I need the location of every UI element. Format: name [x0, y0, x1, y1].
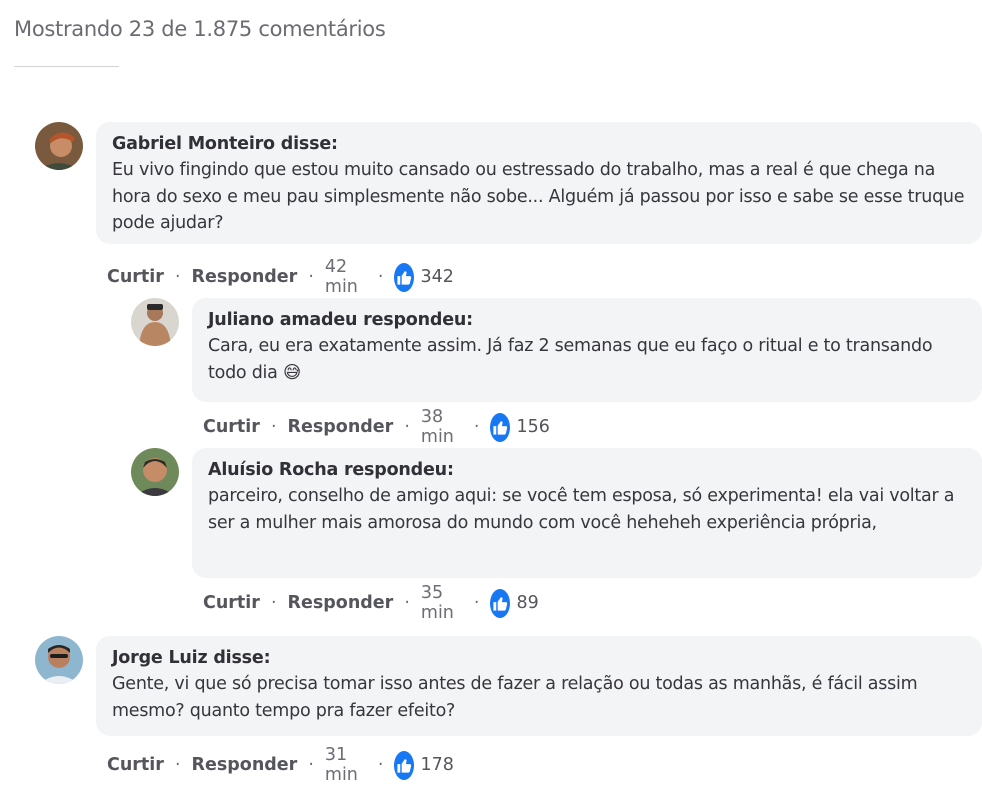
comment-timestamp: 35 min — [420, 583, 454, 623]
avatar[interactable] — [35, 636, 83, 684]
separator-dot: · — [404, 593, 410, 613]
comment-bubble: Aluísio Rocha respondeu: parceiro, conse… — [192, 448, 982, 578]
comment-actions: Curtir · Responder · 42 min · 342 — [107, 257, 454, 297]
like-link[interactable]: Curtir — [107, 267, 164, 287]
reply-link[interactable]: Responder — [288, 417, 394, 437]
comment-bubble: Juliano amadeu respondeu: Cara, eu era e… — [192, 298, 982, 402]
header-divider — [14, 66, 119, 67]
separator-dot: · — [270, 417, 277, 437]
separator-dot: · — [308, 267, 314, 287]
like-link[interactable]: Curtir — [107, 755, 164, 775]
avatar[interactable] — [131, 298, 179, 346]
avatar[interactable] — [35, 122, 83, 170]
comment-author[interactable]: Aluísio Rocha respondeu: — [208, 460, 968, 480]
separator-dot: · — [174, 267, 181, 287]
comment-author[interactable]: Juliano amadeu respondeu: — [208, 310, 968, 330]
separator-dot: · — [473, 417, 480, 437]
like-link[interactable]: Curtir — [203, 593, 260, 613]
separator-dot: · — [404, 417, 410, 437]
separator-dot: · — [174, 755, 181, 775]
thumbs-up-icon[interactable] — [394, 750, 415, 780]
separator-dot: · — [377, 755, 384, 775]
reply-link[interactable]: Responder — [192, 755, 298, 775]
reply-link[interactable]: Responder — [288, 593, 394, 613]
comment-bubble: Gabriel Monteiro disse: Eu vivo fingindo… — [96, 122, 982, 244]
comment-timestamp: 38 min — [420, 407, 454, 447]
comment-timestamp: 42 min — [324, 257, 358, 297]
like-count: 342 — [420, 267, 454, 287]
comment-actions: Curtir · Responder · 31 min · 178 — [107, 745, 454, 785]
separator-dot: · — [473, 593, 480, 613]
comment-text: Cara, eu era exatamente assim. Já faz 2 … — [208, 336, 933, 383]
like-count: 89 — [516, 593, 539, 613]
separator-dot: · — [377, 267, 384, 287]
like-count: 178 — [420, 755, 454, 775]
thumbs-up-icon[interactable] — [490, 412, 511, 442]
thumbs-up-icon[interactable] — [490, 588, 511, 618]
thumbs-up-icon[interactable] — [394, 262, 415, 292]
comment-actions: Curtir · Responder · 38 min · 156 — [203, 407, 550, 447]
separator-dot: · — [270, 593, 277, 613]
comment-author[interactable]: Jorge Luiz disse: — [112, 648, 968, 668]
separator-dot: · — [308, 755, 314, 775]
comment-author[interactable]: Gabriel Monteiro disse: — [112, 134, 968, 154]
comment-text: parceiro, conselho de amigo aqui: se voc… — [208, 486, 955, 533]
avatar[interactable] — [131, 448, 179, 496]
comment-text: Eu vivo fingindo que estou muito cansado… — [112, 160, 965, 233]
reply-link[interactable]: Responder — [192, 267, 298, 287]
comment-bubble: Jorge Luiz disse: Gente, vi que só preci… — [96, 636, 982, 736]
comment-timestamp: 31 min — [324, 745, 358, 785]
like-count: 156 — [516, 417, 550, 437]
comment-actions: Curtir · Responder · 35 min · 89 — [203, 583, 539, 623]
like-link[interactable]: Curtir — [203, 417, 260, 437]
comment-text: Gente, vi que só precisa tomar isso ante… — [112, 674, 918, 721]
comments-count-title: Mostrando 23 de 1.875 comentários — [14, 17, 386, 41]
